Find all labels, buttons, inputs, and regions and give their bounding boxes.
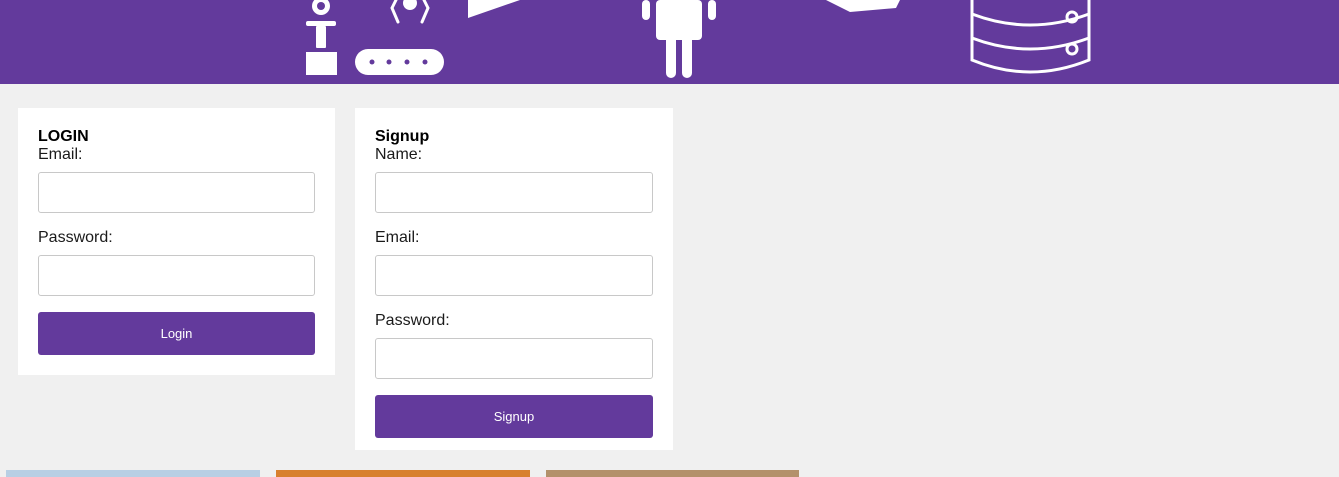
- arrow-icon: [826, 0, 900, 12]
- signup-title: Signup: [375, 128, 430, 145]
- thumbnail-image-1[interactable]: [6, 470, 260, 477]
- signup-email-label: Email:: [375, 229, 420, 246]
- signup-password-input[interactable]: [375, 338, 653, 379]
- conveyor-belt-icon: [355, 0, 444, 75]
- signup-name-label: Name:: [375, 146, 423, 163]
- person-icon: [642, 0, 716, 78]
- login-password-input[interactable]: [38, 255, 315, 296]
- thumbnail-image-3[interactable]: [546, 470, 799, 477]
- thumbnail-image-2[interactable]: [276, 470, 530, 477]
- signup-name-input[interactable]: [375, 172, 653, 213]
- login-title: LOGIN: [38, 128, 89, 145]
- signup-panel: Signup Name: Email: Password: Signup: [355, 108, 673, 450]
- login-email-label: Email:: [38, 146, 83, 163]
- login-password-label: Password:: [38, 229, 113, 246]
- signup-password-label: Password:: [375, 312, 450, 329]
- paper-plane-icon: [468, 0, 520, 18]
- login-panel: LOGIN Email: Password: Login: [18, 108, 335, 375]
- database-icon: [970, 0, 1091, 74]
- header-banner: [0, 0, 1339, 84]
- signup-button[interactable]: Signup: [375, 395, 653, 438]
- signup-email-input[interactable]: [375, 255, 653, 296]
- robot-arm-icon: [306, 0, 337, 75]
- banner-illustration: [306, 0, 1091, 78]
- login-email-input[interactable]: [38, 172, 315, 213]
- login-button[interactable]: Login: [38, 312, 315, 355]
